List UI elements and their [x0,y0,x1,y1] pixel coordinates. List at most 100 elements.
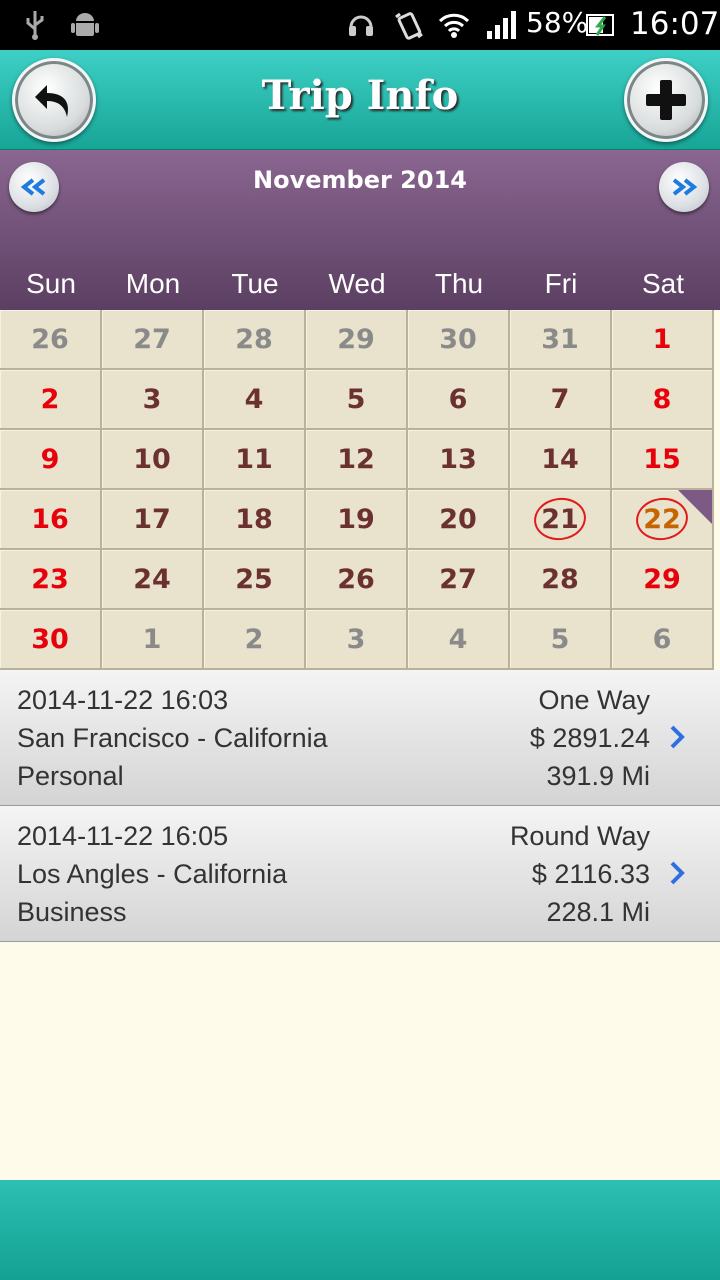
calendar-day-cell[interactable]: 2 [0,370,102,430]
weekday-label: Sun [26,268,76,299]
day-number: 14 [541,443,579,475]
day-number: 27 [439,563,477,595]
calendar-day-cell[interactable]: 29 [306,310,408,370]
vibrate-icon [392,9,426,41]
calendar-day-cell[interactable]: 4 [204,370,306,430]
day-number: 24 [133,563,171,595]
calendar-day-cell[interactable]: 7 [510,370,612,430]
calendar-day-cell[interactable]: 30 [408,310,510,370]
day-number: 1 [142,623,162,655]
day-number: 4 [448,623,468,655]
calendar-day-cell[interactable]: 4 [408,610,510,670]
trip-datetime: 2014-11-22 16:03 [17,685,229,715]
day-number: 3 [142,383,162,415]
calendar-day-cell[interactable]: 5 [510,610,612,670]
calendar-day-cell[interactable]: 26 [306,550,408,610]
calendar-day-cell[interactable]: 12 [306,430,408,490]
calendar-day-cell[interactable]: 19 [306,490,408,550]
chevron-right-icon [670,725,685,749]
day-number: 6 [652,623,672,655]
calendar-day-cell[interactable]: 31 [510,310,612,370]
day-number: 30 [439,323,477,355]
usb-icon [22,9,48,41]
weekday-label: Fri [544,268,578,299]
page-title: Trip Info [261,72,459,119]
calendar-day-cell[interactable]: 21 [510,490,612,550]
headset-icon [344,9,378,41]
calendar-day-cell[interactable]: 9 [0,430,102,490]
calendar-day-cell[interactable]: 11 [204,430,306,490]
day-number: 12 [337,443,375,475]
calendar-day-cell[interactable]: 3 [102,370,204,430]
weekday-label: Thu [434,268,484,299]
add-trip-button[interactable] [624,58,708,142]
day-number: 1 [652,323,672,355]
day-number: 23 [31,563,69,595]
day-number: 18 [235,503,273,535]
trip-list-item[interactable]: 2014-11-22 16:05 Los Angles - California B… [0,806,720,942]
day-number: 2 [40,383,60,415]
calendar-day-cell[interactable]: 22 [612,490,714,550]
calendar-day-cell[interactable]: 14 [510,430,612,490]
trip-distance: 228.1 Mi [546,897,650,927]
day-number: 19 [337,503,375,535]
calendar-day-cell[interactable]: 24 [102,550,204,610]
trip-amount: $ 2116.33 [531,859,650,889]
trip-location: San Francisco - California [17,723,328,753]
day-number: 30 [31,623,69,655]
calendar-day-cell[interactable]: 8 [612,370,714,430]
calendar-day-cell[interactable]: 26 [0,310,102,370]
calendar-day-cell[interactable]: 17 [102,490,204,550]
day-number: 7 [550,383,570,415]
calendar-day-cell[interactable]: 25 [204,550,306,610]
calendar-day-cell[interactable]: 27 [102,310,204,370]
calendar-day-cell[interactable]: 1 [612,310,714,370]
day-number: 28 [541,563,579,595]
calendar-day-cell[interactable]: 27 [408,550,510,610]
day-number: 3 [346,623,366,655]
day-number: 15 [643,443,681,475]
double-chevron-right-icon [672,178,698,196]
calendar-day-cell[interactable]: 18 [204,490,306,550]
wifi-icon [436,9,472,41]
calendar-day-cell[interactable]: 28 [204,310,306,370]
app-header: Trip Info [0,50,720,150]
trip-amount: $ 2891.24 [529,723,650,753]
trip-list-item[interactable]: 2014-11-22 16:03 San Francisco - Californ… [0,670,720,806]
day-number: 21 [541,503,579,535]
plus-icon [646,80,686,120]
calendar-day-cell[interactable]: 1 [102,610,204,670]
signal-icon [484,9,520,41]
next-month-button[interactable] [659,162,709,212]
selected-day-corner [678,490,712,524]
calendar-day-cell[interactable]: 20 [408,490,510,550]
day-number: 29 [337,323,375,355]
day-number: 31 [541,323,579,355]
day-number: 26 [337,563,375,595]
calendar-day-cell[interactable]: 6 [408,370,510,430]
trip-type: Round Way [509,821,650,851]
calendar-day-cell[interactable]: 5 [306,370,408,430]
calendar-day-cell[interactable]: 16 [0,490,102,550]
trip-location: Los Angles - California [17,859,288,889]
calendar-grid: 26 27 28 29 30 31 1 2 3 4 5 6 7 8 9 10 11 12 13 14 15 16 17 18 1… [0,310,714,670]
day-number: 5 [550,623,570,655]
calendar-day-cell[interactable]: 15 [612,430,714,490]
weekday-label: Mon [125,268,181,299]
month-label: November 2014 [253,166,467,194]
calendar-day-cell[interactable]: 28 [510,550,612,610]
calendar-day-cell[interactable]: 6 [612,610,714,670]
battery-icon [584,9,618,41]
trip-category: Personal [17,761,124,791]
calendar-day-cell[interactable]: 13 [408,430,510,490]
battery-percent: 58% [526,6,589,39]
day-number: 9 [40,443,60,475]
calendar-day-cell[interactable]: 10 [102,430,204,490]
calendar-day-cell[interactable]: 29 [612,550,714,610]
day-number: 13 [439,443,477,475]
calendar-day-cell[interactable]: 3 [306,610,408,670]
calendar-day-cell[interactable]: 30 [0,610,102,670]
calendar-day-cell[interactable]: 2 [204,610,306,670]
android-icon [68,9,102,41]
calendar-day-cell[interactable]: 23 [0,550,102,610]
